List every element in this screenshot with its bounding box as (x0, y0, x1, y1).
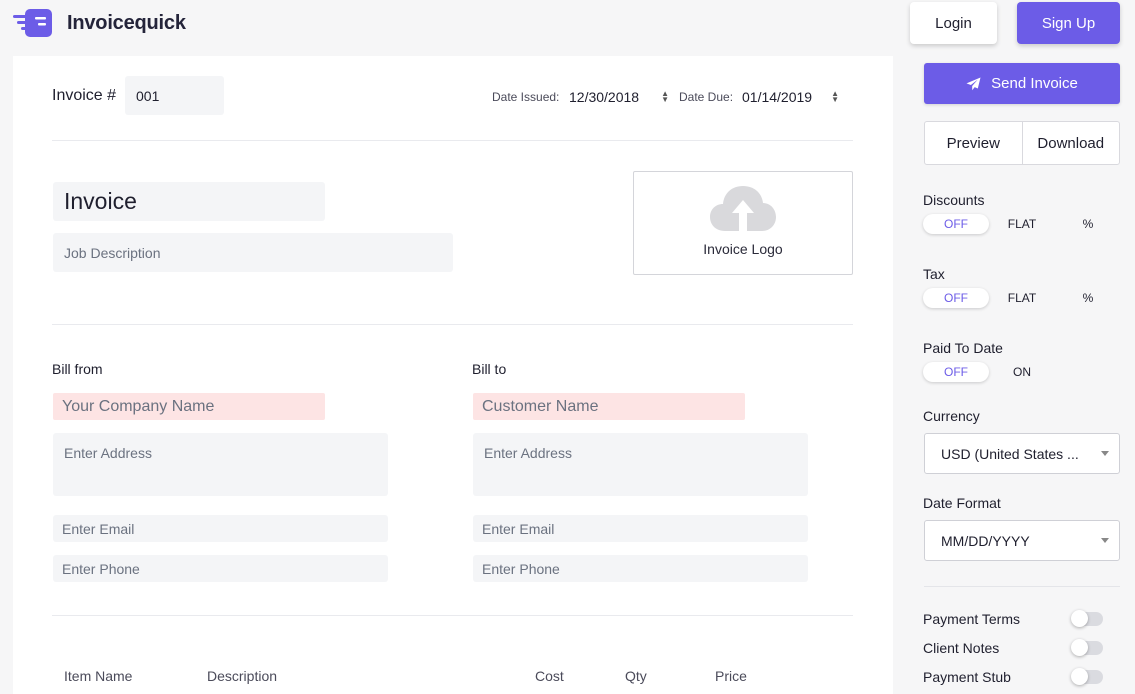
bill-to-phone-input[interactable]: Enter Phone (473, 555, 808, 582)
currency-value: USD (United States ... (941, 445, 1079, 462)
client-notes-label: Client Notes (923, 640, 1000, 656)
invoice-number-input[interactable]: 001 (125, 76, 224, 115)
preview-button[interactable]: Preview (925, 122, 1023, 164)
bill-to-phone-placeholder: Enter Phone (482, 560, 560, 577)
divider (52, 140, 853, 141)
download-button[interactable]: Download (1023, 122, 1120, 164)
date-issued-spinner-icon[interactable]: ▲ ▼ (661, 90, 669, 104)
paid-to-date-selector: OFF ON (923, 362, 1055, 382)
currency-select[interactable]: USD (United States ... (924, 433, 1120, 474)
date-format-select[interactable]: MM/DD/YYYY (924, 520, 1120, 561)
logo-upload-label: Invoice Logo (703, 241, 783, 257)
payment-terms-label: Payment Terms (923, 611, 1020, 627)
date-issued-label: Date Issued: (492, 90, 560, 104)
currency-title: Currency (923, 408, 980, 424)
preview-download-group: Preview Download (924, 121, 1120, 165)
invoice-title-input[interactable]: Invoice (53, 182, 325, 221)
cloud-upload-icon (710, 186, 776, 231)
paid-to-date-on-option[interactable]: ON (989, 365, 1055, 379)
divider (52, 615, 853, 616)
paper-plane-icon (966, 76, 981, 90)
bill-from-email-placeholder: Enter Email (62, 520, 135, 537)
bill-to-address-input[interactable]: Enter Address (473, 433, 808, 496)
divider (924, 586, 1120, 587)
logo-upload[interactable]: Invoice Logo (633, 171, 853, 275)
tax-percent-option[interactable]: % (1055, 291, 1121, 305)
discounts-title: Discounts (923, 192, 985, 208)
column-header-description: Description (207, 668, 278, 684)
payment-stub-label: Payment Stub (923, 669, 1011, 685)
client-notes-row: Client Notes (923, 639, 1103, 656)
customer-name-input[interactable]: Customer Name (473, 393, 745, 420)
signup-button[interactable]: Sign Up (1017, 2, 1120, 44)
date-issued-input[interactable]: 12/30/2018 ▲ ▼ (569, 89, 669, 105)
discounts-off-option[interactable]: OFF (923, 214, 989, 234)
tax-selector: OFF FLAT % (923, 288, 1121, 308)
date-format-title: Date Format (923, 495, 1001, 511)
bill-from-address-placeholder: Enter Address (64, 445, 152, 461)
brand-logo[interactable]: Invoicequick (13, 7, 186, 39)
date-format-value: MM/DD/YYYY (941, 532, 1030, 549)
company-name-placeholder: Your Company Name (62, 397, 215, 415)
bill-from-phone-placeholder: Enter Phone (62, 560, 140, 577)
payment-terms-toggle[interactable] (1071, 610, 1103, 627)
payment-stub-row: Payment Stub (923, 668, 1103, 685)
customer-name-placeholder: Customer Name (482, 397, 599, 415)
job-description-input[interactable]: Job Description (53, 233, 453, 272)
discounts-flat-option[interactable]: FLAT (989, 217, 1055, 231)
date-due-label: Date Due: (679, 90, 734, 104)
discounts-selector: OFF FLAT % (923, 214, 1121, 234)
bill-from-address-input[interactable]: Enter Address (53, 433, 388, 496)
login-button[interactable]: Login (910, 2, 997, 44)
date-issued-value: 12/30/2018 (569, 89, 640, 105)
column-header-qty: Qty (625, 668, 647, 684)
column-header-item-name: Item Name (64, 668, 133, 684)
client-notes-toggle[interactable] (1071, 639, 1103, 656)
column-header-cost: Cost (535, 668, 564, 684)
dropdown-caret-icon (1101, 451, 1109, 456)
dropdown-caret-icon (1101, 538, 1109, 543)
job-description-placeholder: Job Description (64, 244, 161, 261)
payment-stub-toggle[interactable] (1071, 668, 1103, 685)
paid-to-date-title: Paid To Date (923, 340, 1003, 356)
logo-icon (13, 7, 53, 39)
invoice-number-value: 001 (136, 87, 160, 104)
bill-to-heading: Bill to (472, 361, 507, 377)
invoice-title-value: Invoice (64, 188, 137, 214)
bill-from-phone-input[interactable]: Enter Phone (53, 555, 388, 582)
invoice-editor: Invoice # 001 Date Issued: 12/30/2018 ▲ ▼… (13, 56, 893, 694)
send-invoice-button[interactable]: Send Invoice (924, 63, 1120, 104)
date-due-input[interactable]: 01/14/2019 ▲ ▼ (742, 89, 839, 105)
send-invoice-label: Send Invoice (991, 75, 1078, 92)
bill-to-email-placeholder: Enter Email (482, 520, 555, 537)
column-header-price: Price (715, 668, 747, 684)
divider (52, 324, 853, 325)
brand-name: Invoicequick (67, 11, 186, 34)
payment-terms-row: Payment Terms (923, 610, 1103, 627)
tax-flat-option[interactable]: FLAT (989, 291, 1055, 305)
company-name-input[interactable]: Your Company Name (53, 393, 325, 420)
discounts-percent-option[interactable]: % (1055, 217, 1121, 231)
paid-to-date-off-option[interactable]: OFF (923, 362, 989, 382)
date-due-value: 01/14/2019 (742, 89, 813, 105)
tax-off-option[interactable]: OFF (923, 288, 989, 308)
bill-from-email-input[interactable]: Enter Email (53, 515, 388, 542)
bill-to-email-input[interactable]: Enter Email (473, 515, 808, 542)
date-due-spinner-icon[interactable]: ▲ ▼ (831, 90, 839, 104)
bill-from-heading: Bill from (52, 361, 103, 377)
tax-title: Tax (923, 266, 945, 282)
bill-to-address-placeholder: Enter Address (484, 445, 572, 461)
invoice-number-label: Invoice # (52, 87, 117, 104)
